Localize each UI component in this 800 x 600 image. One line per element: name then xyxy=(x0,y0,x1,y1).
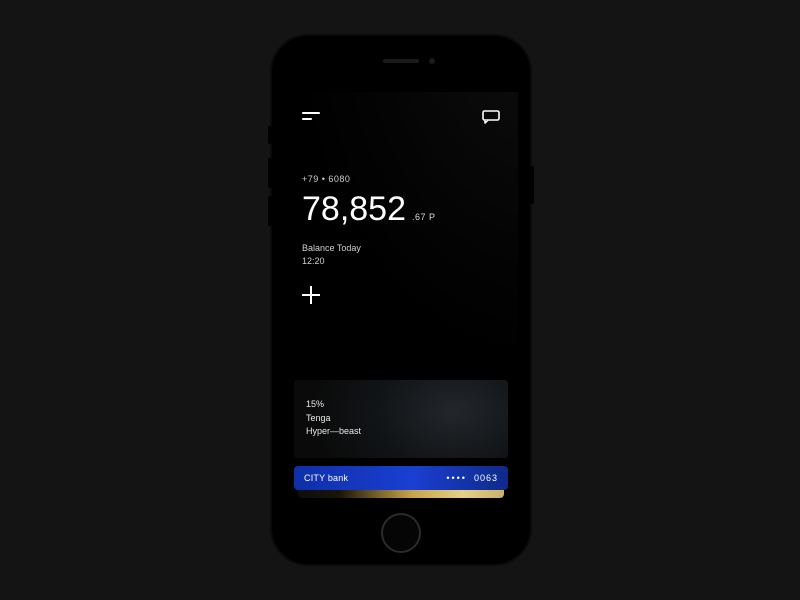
promo-tile[interactable]: 15% Tenga Hyper—beast xyxy=(294,380,508,458)
promo-text: 15% Tenga Hyper—beast xyxy=(306,398,361,439)
hw-volume-up xyxy=(268,158,272,188)
balance-amount-minor: .67 P xyxy=(412,212,436,222)
promo-line1: Tenga xyxy=(306,412,361,426)
phone-frame: +79 • 6080 78,852 .67 P Balance Today 12… xyxy=(272,36,530,564)
app-header xyxy=(302,108,500,126)
account-number-masked: +79 • 6080 xyxy=(302,174,500,184)
menu-icon[interactable] xyxy=(302,112,320,122)
balance-label: Balance Today xyxy=(302,242,500,255)
hw-front-camera xyxy=(429,58,435,64)
promo-line2: Hyper—beast xyxy=(306,425,361,439)
app-screen: +79 • 6080 78,852 .67 P Balance Today 12… xyxy=(284,92,518,504)
hw-speaker xyxy=(383,59,419,63)
hw-power-button xyxy=(530,166,534,204)
card-stack: CITY bank •••• 0063 xyxy=(294,464,508,498)
add-button[interactable] xyxy=(302,286,320,304)
card-bank-name: CITY bank xyxy=(304,473,348,483)
hw-volume-down xyxy=(268,196,272,226)
promo-percent: 15% xyxy=(306,398,361,412)
balance-time: 12:20 xyxy=(302,255,500,268)
balance-subtext: Balance Today 12:20 xyxy=(302,242,500,268)
card-last4: •••• 0063 xyxy=(446,473,498,483)
card-last4-digits: 0063 xyxy=(474,473,498,483)
balance: 78,852 .67 P xyxy=(302,192,500,226)
chat-icon[interactable] xyxy=(482,110,500,124)
hw-home-button[interactable] xyxy=(381,513,421,553)
card-mask-dots: •••• xyxy=(446,473,467,483)
balance-amount-main: 78,852 xyxy=(302,192,406,226)
card-primary[interactable]: CITY bank •••• 0063 xyxy=(294,466,508,490)
hw-silence-switch xyxy=(268,126,272,144)
